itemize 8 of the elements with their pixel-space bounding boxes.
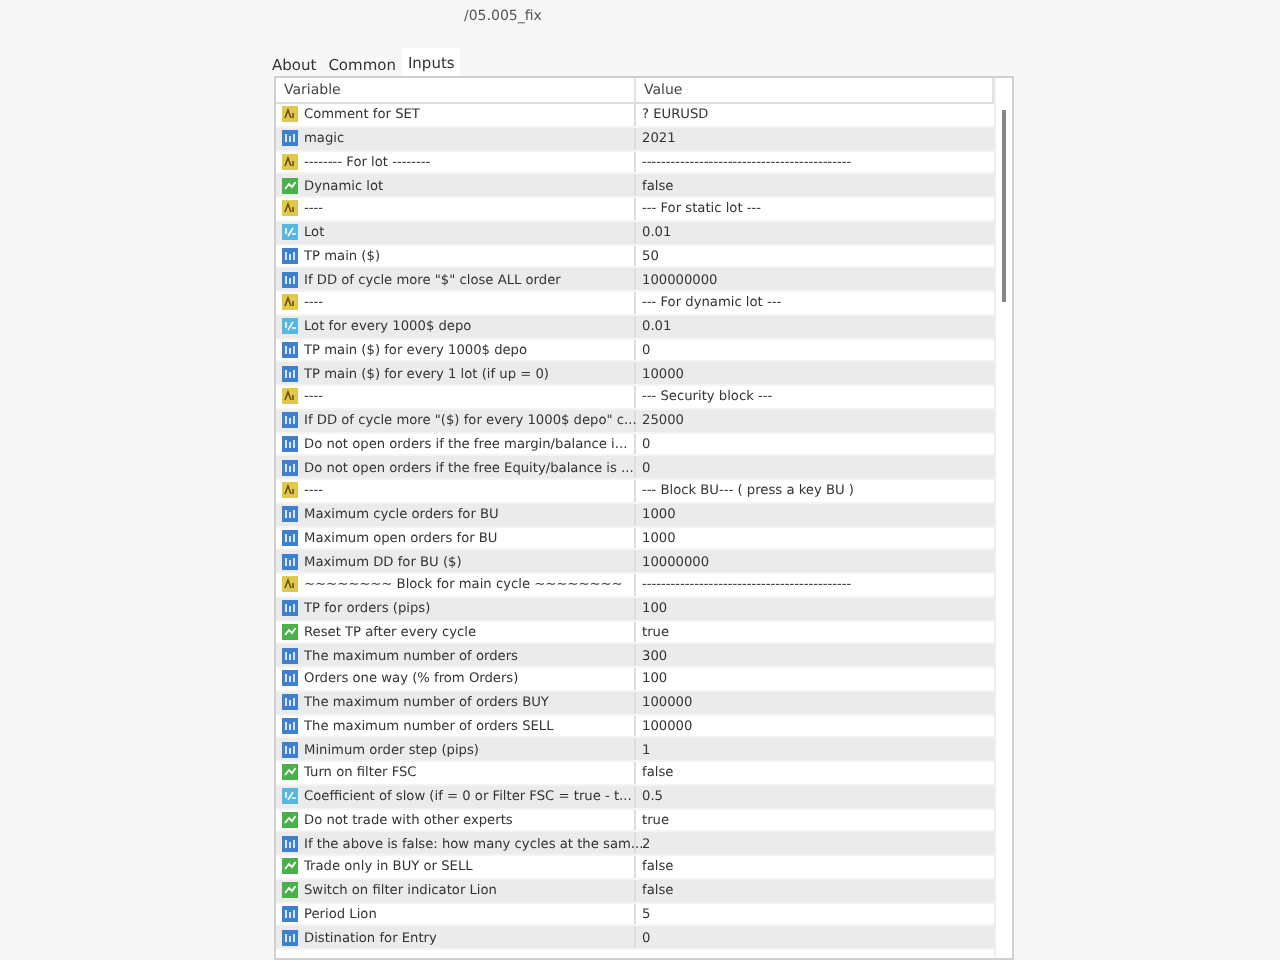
text-type-icon: [282, 106, 298, 123]
text-type-icon: [282, 153, 298, 170]
text-type-icon: [282, 294, 298, 311]
text-type-icon: [282, 482, 298, 499]
text-type-icon: [282, 200, 298, 217]
text-type-icon: [282, 388, 298, 405]
scrollbar[interactable]: [994, 78, 1012, 958]
text-type-icon: [282, 576, 298, 593]
